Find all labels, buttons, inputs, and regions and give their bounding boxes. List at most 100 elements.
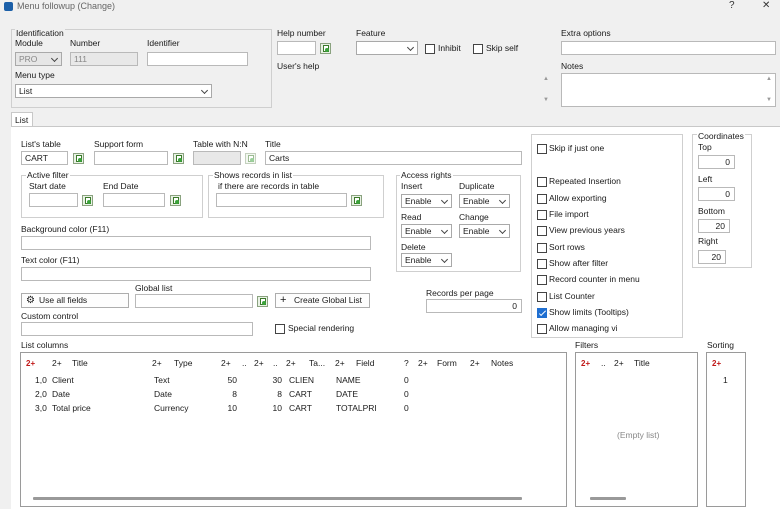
help-number-field[interactable] xyxy=(277,41,316,55)
col-header-dots[interactable]: .. xyxy=(601,358,606,369)
table-row[interactable]: 3,0 Total price Currency 10 10 CART TOTALPRI 0 xyxy=(21,403,566,415)
global-list-picker-button[interactable] xyxy=(257,296,268,307)
table-cell-type: Currency xyxy=(154,403,189,413)
sort-icon[interactable]: 2+ xyxy=(470,358,480,369)
option-checkbox[interactable] xyxy=(537,243,547,253)
option-checkbox[interactable] xyxy=(537,144,547,154)
lists-table-picker-button[interactable] xyxy=(73,153,84,164)
top-field[interactable]: 0 xyxy=(698,155,735,169)
shows-records-field[interactable] xyxy=(216,193,347,207)
bg-color-field[interactable] xyxy=(21,236,371,250)
notes-scroll-up-icon[interactable]: ▲ xyxy=(766,76,772,82)
col-header-dots[interactable]: .. xyxy=(242,358,247,369)
shows-records-picker-button[interactable] xyxy=(351,195,362,206)
global-list-field[interactable] xyxy=(135,294,253,308)
option-checkbox[interactable] xyxy=(537,275,547,285)
special-rendering-checkbox[interactable] xyxy=(275,324,285,334)
sort-icon[interactable]: 2+ xyxy=(712,358,721,369)
left-field[interactable]: 0 xyxy=(698,187,735,201)
col-header-table[interactable]: Ta... xyxy=(309,358,325,369)
users-help-textarea[interactable] xyxy=(277,73,553,107)
option-checkbox[interactable] xyxy=(537,308,547,318)
sort-icon[interactable]: 2+ xyxy=(26,358,35,369)
left-label: Left xyxy=(698,174,713,184)
filters-table[interactable]: 2+ .. 2+ Title (Empty list) xyxy=(575,352,698,507)
right-field[interactable]: 20 xyxy=(698,250,726,264)
sort-icon[interactable]: 2+ xyxy=(614,358,624,369)
table-cell-b: 10 xyxy=(272,403,282,413)
table-cell-c: 0 xyxy=(404,375,409,385)
col-header-dots[interactable]: .. xyxy=(273,358,278,369)
close-icon[interactable]: ✕ xyxy=(762,0,770,11)
col-header-type[interactable]: Type xyxy=(174,358,192,369)
records-per-page-field[interactable]: 0 xyxy=(426,299,522,313)
list-columns-hscrollbar[interactable] xyxy=(33,497,522,500)
sort-icon[interactable]: 2+ xyxy=(286,358,296,369)
option-checkbox[interactable] xyxy=(537,210,547,220)
option-checkbox[interactable] xyxy=(537,226,547,236)
extra-options-field[interactable] xyxy=(561,41,776,55)
title-label: Title xyxy=(265,139,281,149)
option-checkbox[interactable] xyxy=(537,292,547,302)
records-per-page-label: Records per page xyxy=(426,288,494,298)
inhibit-checkbox[interactable] xyxy=(425,44,435,54)
custom-control-field[interactable] xyxy=(21,322,253,336)
delete-select[interactable]: Enable xyxy=(401,253,452,267)
option-checkbox[interactable] xyxy=(537,177,547,187)
users-help-scroll-down-icon[interactable]: ▼ xyxy=(543,97,549,103)
use-all-fields-button[interactable]: ⚙ Use all fields xyxy=(21,293,129,308)
app-icon xyxy=(4,2,13,11)
sort-icon[interactable]: 2+ xyxy=(152,358,162,369)
users-help-scroll-up-icon[interactable]: ▲ xyxy=(543,76,549,82)
change-select[interactable]: Enable xyxy=(459,224,510,238)
identifier-field[interactable] xyxy=(147,52,248,66)
notes-textarea[interactable] xyxy=(561,73,776,107)
support-form-picker-button[interactable] xyxy=(173,153,184,164)
sort-icon[interactable]: 2+ xyxy=(335,358,345,369)
col-header-notes[interactable]: Notes xyxy=(491,358,513,369)
identifier-label: Identifier xyxy=(147,38,180,48)
end-date-field[interactable] xyxy=(103,193,165,207)
module-select[interactable]: PRO xyxy=(15,52,62,66)
duplicate-select[interactable]: Enable xyxy=(459,194,510,208)
filters-hscrollbar[interactable] xyxy=(590,497,626,500)
sort-icon[interactable]: 2+ xyxy=(581,358,590,369)
insert-select[interactable]: Enable xyxy=(401,194,452,208)
table-row[interactable]: 1,0 Client Text 50 30 CLIEN NAME 0 xyxy=(21,375,566,387)
option-checkbox[interactable] xyxy=(537,324,547,334)
table-row[interactable]: 2,0 Date Date 8 8 CART DATE 0 xyxy=(21,389,566,401)
sort-icon[interactable]: 2+ xyxy=(52,358,62,369)
bottom-field[interactable]: 20 xyxy=(698,219,730,233)
list-columns-table[interactable]: 2+ 2+ Title 2+ Type 2+ .. 2+ .. 2+ Ta...… xyxy=(20,352,567,507)
col-header-form[interactable]: Form xyxy=(437,358,457,369)
help-icon[interactable]: ? xyxy=(729,0,735,11)
table-cell-title: Date xyxy=(52,389,70,399)
col-header-title[interactable]: Title xyxy=(634,358,650,369)
lists-table-field[interactable]: CART xyxy=(21,151,68,165)
sort-icon[interactable]: 2+ xyxy=(254,358,264,369)
title-field[interactable]: Carts xyxy=(265,151,522,165)
sort-icon[interactable]: 2+ xyxy=(418,358,428,369)
module-value: PRO xyxy=(19,54,38,64)
col-flag-icon[interactable]: ? xyxy=(404,358,409,369)
create-global-list-button[interactable]: + Create Global List xyxy=(275,293,370,308)
option-checkbox[interactable] xyxy=(537,194,547,204)
end-date-picker-button[interactable] xyxy=(170,195,181,206)
menu-type-select[interactable]: List xyxy=(15,84,212,98)
text-color-field[interactable] xyxy=(21,267,371,281)
sorting-table[interactable]: 2+ 1 xyxy=(706,352,746,507)
support-form-field[interactable] xyxy=(94,151,168,165)
read-select[interactable]: Enable xyxy=(401,224,452,238)
option-checkbox[interactable] xyxy=(537,259,547,269)
option-label: List Counter xyxy=(549,291,595,301)
start-date-field[interactable] xyxy=(29,193,78,207)
feature-select[interactable] xyxy=(356,41,418,55)
sort-icon[interactable]: 2+ xyxy=(221,358,231,369)
skip-self-checkbox[interactable] xyxy=(473,44,483,54)
col-header-title[interactable]: Title xyxy=(72,358,88,369)
help-number-picker-button[interactable] xyxy=(320,43,331,54)
tab-list[interactable]: List xyxy=(11,112,33,127)
col-header-field[interactable]: Field xyxy=(356,358,374,369)
notes-scroll-down-icon[interactable]: ▼ xyxy=(766,97,772,103)
start-date-picker-button[interactable] xyxy=(82,195,93,206)
